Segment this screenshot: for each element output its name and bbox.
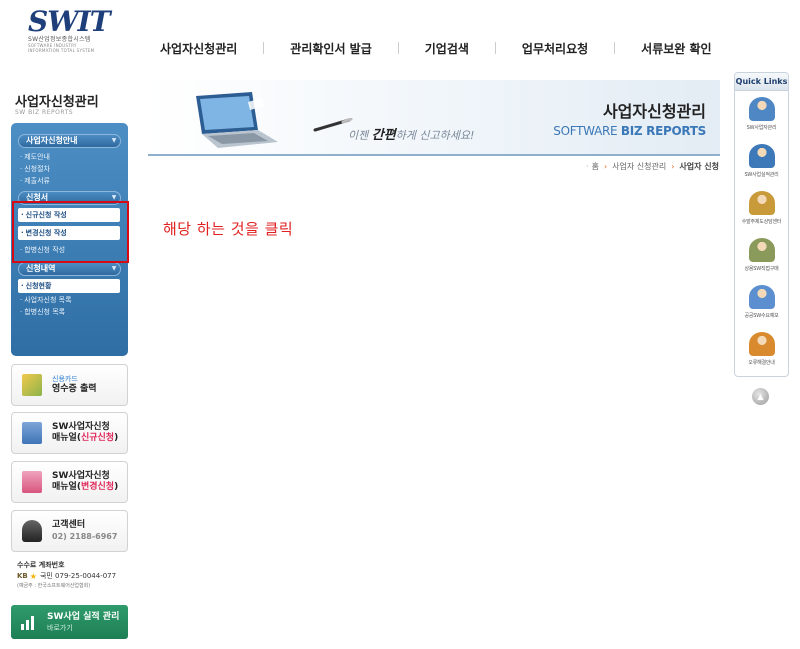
manual-new-button[interactable]: SW사업자신청 매뉴얼(신규신청) xyxy=(11,412,128,454)
sidebar-title: 사업자신청관리 xyxy=(15,95,99,110)
person-icon xyxy=(748,191,775,215)
menu-item-merger-list[interactable]: 합병신청 목록 xyxy=(11,307,128,319)
shortcut-line1: SW사업 실적 관리 xyxy=(47,611,120,622)
manual-change-line2: 매뉴얼(변경신청) xyxy=(52,482,119,492)
nav-document-supplement[interactable]: 서류보완 확인 xyxy=(641,40,711,57)
quick-link-item[interactable]: 공공SW수요예보 xyxy=(735,279,788,326)
banner-slogan: 이젠 간편하게 신고하세요! xyxy=(348,128,475,143)
quick-link-item[interactable]: 수발주제도상담센터 xyxy=(735,185,788,232)
person-icon xyxy=(748,144,775,168)
page-title: 사업자신청관리 xyxy=(602,102,706,121)
quick-link-label: SW사업자관리 xyxy=(746,125,777,131)
nav-company-search[interactable]: 기업검색 xyxy=(425,40,469,57)
menu-group-label: 사업자신청안내 xyxy=(26,136,78,145)
shortcut-line2: 바로가기 xyxy=(47,623,73,632)
breadcrumb-bullet: · xyxy=(586,162,589,171)
menu-item-procedure[interactable]: 신청절차 xyxy=(11,164,128,176)
quick-link-item[interactable]: 상용SW직접구매 xyxy=(735,232,788,279)
receipt-label-top: 신용카드 xyxy=(52,375,78,383)
breadcrumb-home[interactable]: 홈 xyxy=(592,161,599,172)
manual-new-line1: SW사업자신청 xyxy=(52,422,110,432)
menu-group-guide[interactable]: 사업자신청안내 ▼ xyxy=(18,134,121,148)
red-highlight-box xyxy=(12,201,129,263)
customer-center-box: 고객센터 02) 2188-6967 xyxy=(11,510,128,552)
menu-item-status[interactable]: 신청현황 xyxy=(18,279,120,293)
receipt-print-button[interactable]: 신용카드 영수증 출력 xyxy=(11,364,128,406)
person-icon xyxy=(748,332,775,356)
breadcrumb-arrow-icon: › xyxy=(671,162,675,171)
logo-line-en-2: INFORMATION TOTAL SYSTEM xyxy=(28,48,95,53)
account-title: 수수료 계좌번호 xyxy=(17,561,65,569)
nav-divider xyxy=(614,42,616,54)
breadcrumb-current: 사업자 신청 xyxy=(679,162,719,171)
nav-divider xyxy=(263,42,265,54)
instruction-text: 해당 하는 것을 클릭 xyxy=(163,220,294,238)
manual-new-line2: 매뉴얼(신규신청) xyxy=(52,433,119,443)
logo-mark: SWIT xyxy=(28,5,111,38)
credit-card-icon xyxy=(22,374,42,396)
nav-work-request[interactable]: 업무처리요청 xyxy=(522,40,588,57)
manual-book-icon xyxy=(22,422,42,444)
chevron-down-icon: ▼ xyxy=(111,137,117,144)
sw-performance-shortcut-button[interactable]: SW사업 실적 관리 바로가기 xyxy=(11,605,128,639)
quick-links-panel: Quick Links SW사업자관리 SW사업실적관리수발주제도상담센터상용SW… xyxy=(734,72,789,377)
breadcrumb: · 홈 › 사업자 신청관리 › 사업자 신청 xyxy=(586,161,719,172)
quick-link-label: 수발주제도상담센터 xyxy=(741,219,782,225)
quick-link-item[interactable]: SW사업자관리 xyxy=(735,91,788,138)
account-number-row: KB ★ 국민 079-25-0044-077 xyxy=(17,571,127,582)
menu-group-label: 신청내역 xyxy=(26,264,56,273)
person-icon xyxy=(748,238,775,262)
laptop-illustration xyxy=(196,92,278,148)
customer-center-phone: 02) 2188-6967 xyxy=(52,531,118,541)
quick-links-title: Quick Links xyxy=(735,73,788,91)
pen-icon xyxy=(313,118,353,132)
person-icon xyxy=(748,97,775,121)
page-banner: 이젠 간편하게 신고하세요! 사업자신청관리 SOFTWARE BIZ REPO… xyxy=(148,80,720,156)
fee-account-info: 수수료 계좌번호 KB ★ 국민 079-25-0044-077 (예금주 : … xyxy=(17,560,127,591)
menu-item-applicant-list[interactable]: 사업자신청 목록 xyxy=(11,295,128,307)
menu-item-system-guide[interactable]: 제도안내 xyxy=(11,152,128,164)
bar-chart-icon xyxy=(21,614,37,630)
global-nav: 사업자신청관리 관리확인서 발급 기업검색 업무처리요청 서류보완 확인 xyxy=(160,38,712,58)
site-logo[interactable]: SWIT SW산업정보종합시스템 SOFTWARE INDUSTRY INFOR… xyxy=(28,5,118,54)
nav-divider xyxy=(494,42,496,54)
page-title-english: SOFTWARE BIZ REPORTS xyxy=(553,124,706,138)
manual-book-icon xyxy=(22,471,42,493)
account-number: 국민 079-25-0044-077 xyxy=(39,572,117,580)
receipt-label-main: 영수증 출력 xyxy=(52,384,97,394)
kb-star-icon: ★ xyxy=(29,572,37,581)
quick-links-list: SW사업자관리 SW사업실적관리수발주제도상담센터상용SW직접구매공공SW수요예보… xyxy=(735,91,788,373)
quick-link-label: 공공SW수요예보 xyxy=(744,313,779,319)
manual-change-line1: SW사업자신청 xyxy=(52,471,110,481)
account-holder: (예금주 : 한국소프트웨어산업협회) xyxy=(17,583,91,589)
scroll-top-button[interactable]: ▲ xyxy=(752,388,769,405)
breadcrumb-arrow-icon: › xyxy=(603,162,608,171)
manual-change-button[interactable]: SW사업자신청 매뉴얼(변경신청) xyxy=(11,461,128,503)
sidebar-subtitle: SW BIZ REPORTS xyxy=(15,109,74,116)
customer-center-title: 고객센터 xyxy=(52,519,86,530)
nav-certificate-issue[interactable]: 관리확인서 발급 xyxy=(290,40,371,57)
chevron-down-icon: ▼ xyxy=(111,265,117,272)
chevron-up-icon: ▲ xyxy=(757,392,764,401)
nav-applicant-management[interactable]: 사업자신청관리 xyxy=(160,40,237,57)
quick-link-label: SW사업실적관리 xyxy=(744,172,779,178)
quick-link-label: 오류해결안내 xyxy=(748,360,775,366)
menu-item-documents[interactable]: 제출서류 xyxy=(11,176,128,188)
nav-divider xyxy=(397,42,399,54)
person-icon xyxy=(748,285,775,309)
quick-link-label: 상용SW직접구매 xyxy=(744,266,779,272)
quick-link-item[interactable]: 오류해결안내 xyxy=(735,326,788,373)
kb-bank-logo: KB xyxy=(17,572,28,580)
breadcrumb-section[interactable]: 사업자 신청관리 xyxy=(612,161,666,172)
quick-link-item[interactable]: SW사업실적관리 xyxy=(735,138,788,185)
menu-group-history[interactable]: 신청내역 ▼ xyxy=(18,262,121,276)
telephone-icon xyxy=(22,520,42,542)
